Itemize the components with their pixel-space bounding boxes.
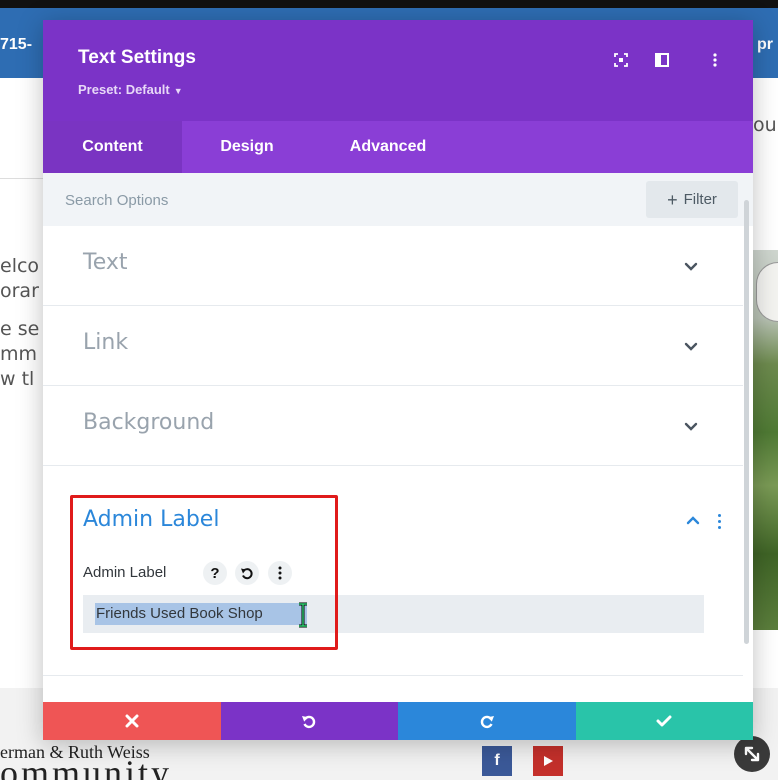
youtube-icon[interactable] (533, 746, 563, 776)
page-text-line: mm (0, 343, 38, 365)
discard-button[interactable] (43, 702, 221, 740)
modal-action-bar (43, 702, 753, 740)
redo-button[interactable] (398, 702, 576, 740)
modal-header (43, 20, 753, 121)
section-background[interactable]: Background (43, 386, 743, 466)
scrollbar[interactable] (744, 200, 749, 644)
chevron-down-icon (684, 422, 698, 431)
section-title: Link (83, 330, 129, 355)
chevron-down-icon (684, 262, 698, 271)
filter-button[interactable]: + Filter (646, 181, 738, 218)
page-text-line: elco (0, 255, 40, 277)
undo-button[interactable] (220, 702, 398, 740)
page-text-line: w tl (0, 368, 35, 390)
tab-content[interactable]: Content (43, 121, 182, 173)
tab-advanced[interactable]: Advanced (332, 121, 444, 173)
close-icon (125, 714, 139, 728)
top-bar (0, 0, 778, 8)
split-view-icon[interactable] (650, 48, 674, 72)
facebook-icon[interactable]: f (482, 746, 512, 776)
plus-icon: + (667, 189, 678, 210)
section-title: Text (83, 250, 128, 275)
preset-dropdown[interactable]: Preset: Default ▼ (78, 82, 183, 97)
footer-logo-word: ommunity (0, 753, 173, 780)
resize-handle-icon[interactable] (734, 736, 770, 772)
tab-design[interactable]: Design (202, 121, 292, 173)
preset-label: Preset: Default (78, 82, 170, 97)
page-photo-emblem (756, 262, 778, 322)
chevron-down-icon (684, 342, 698, 351)
checkmark-icon (656, 715, 672, 727)
page-divider (0, 178, 44, 179)
chevron-up-icon[interactable] (683, 510, 703, 530)
caret-down-icon: ▼ (173, 86, 183, 96)
section-text[interactable]: Text (43, 226, 743, 306)
search-bar: + Filter (43, 173, 753, 226)
save-button[interactable] (575, 702, 753, 740)
page-text-fragment: ou (753, 114, 777, 136)
redo-icon (480, 715, 494, 729)
expand-icon[interactable] (609, 48, 633, 72)
filter-label: Filter (683, 191, 717, 208)
page-text-line: e se (0, 318, 40, 340)
tab-bar: Content Design Advanced (43, 121, 753, 173)
undo-icon (302, 715, 316, 729)
highlight-annotation-box (70, 495, 338, 650)
search-options-input[interactable] (65, 187, 565, 213)
modal-title: Text Settings (78, 47, 196, 68)
text-settings-modal: Text Settings Preset: Default ▼ Content D… (43, 20, 753, 740)
page-text-line: orar (0, 280, 39, 302)
page-header-phone-fragment: 715- (0, 36, 33, 53)
page-header-right-fragment: pr (757, 36, 773, 53)
section-more-icon[interactable] (713, 510, 725, 532)
section-title: Background (83, 410, 215, 435)
more-vertical-icon[interactable] (703, 48, 727, 72)
section-link[interactable]: Link (43, 306, 743, 386)
